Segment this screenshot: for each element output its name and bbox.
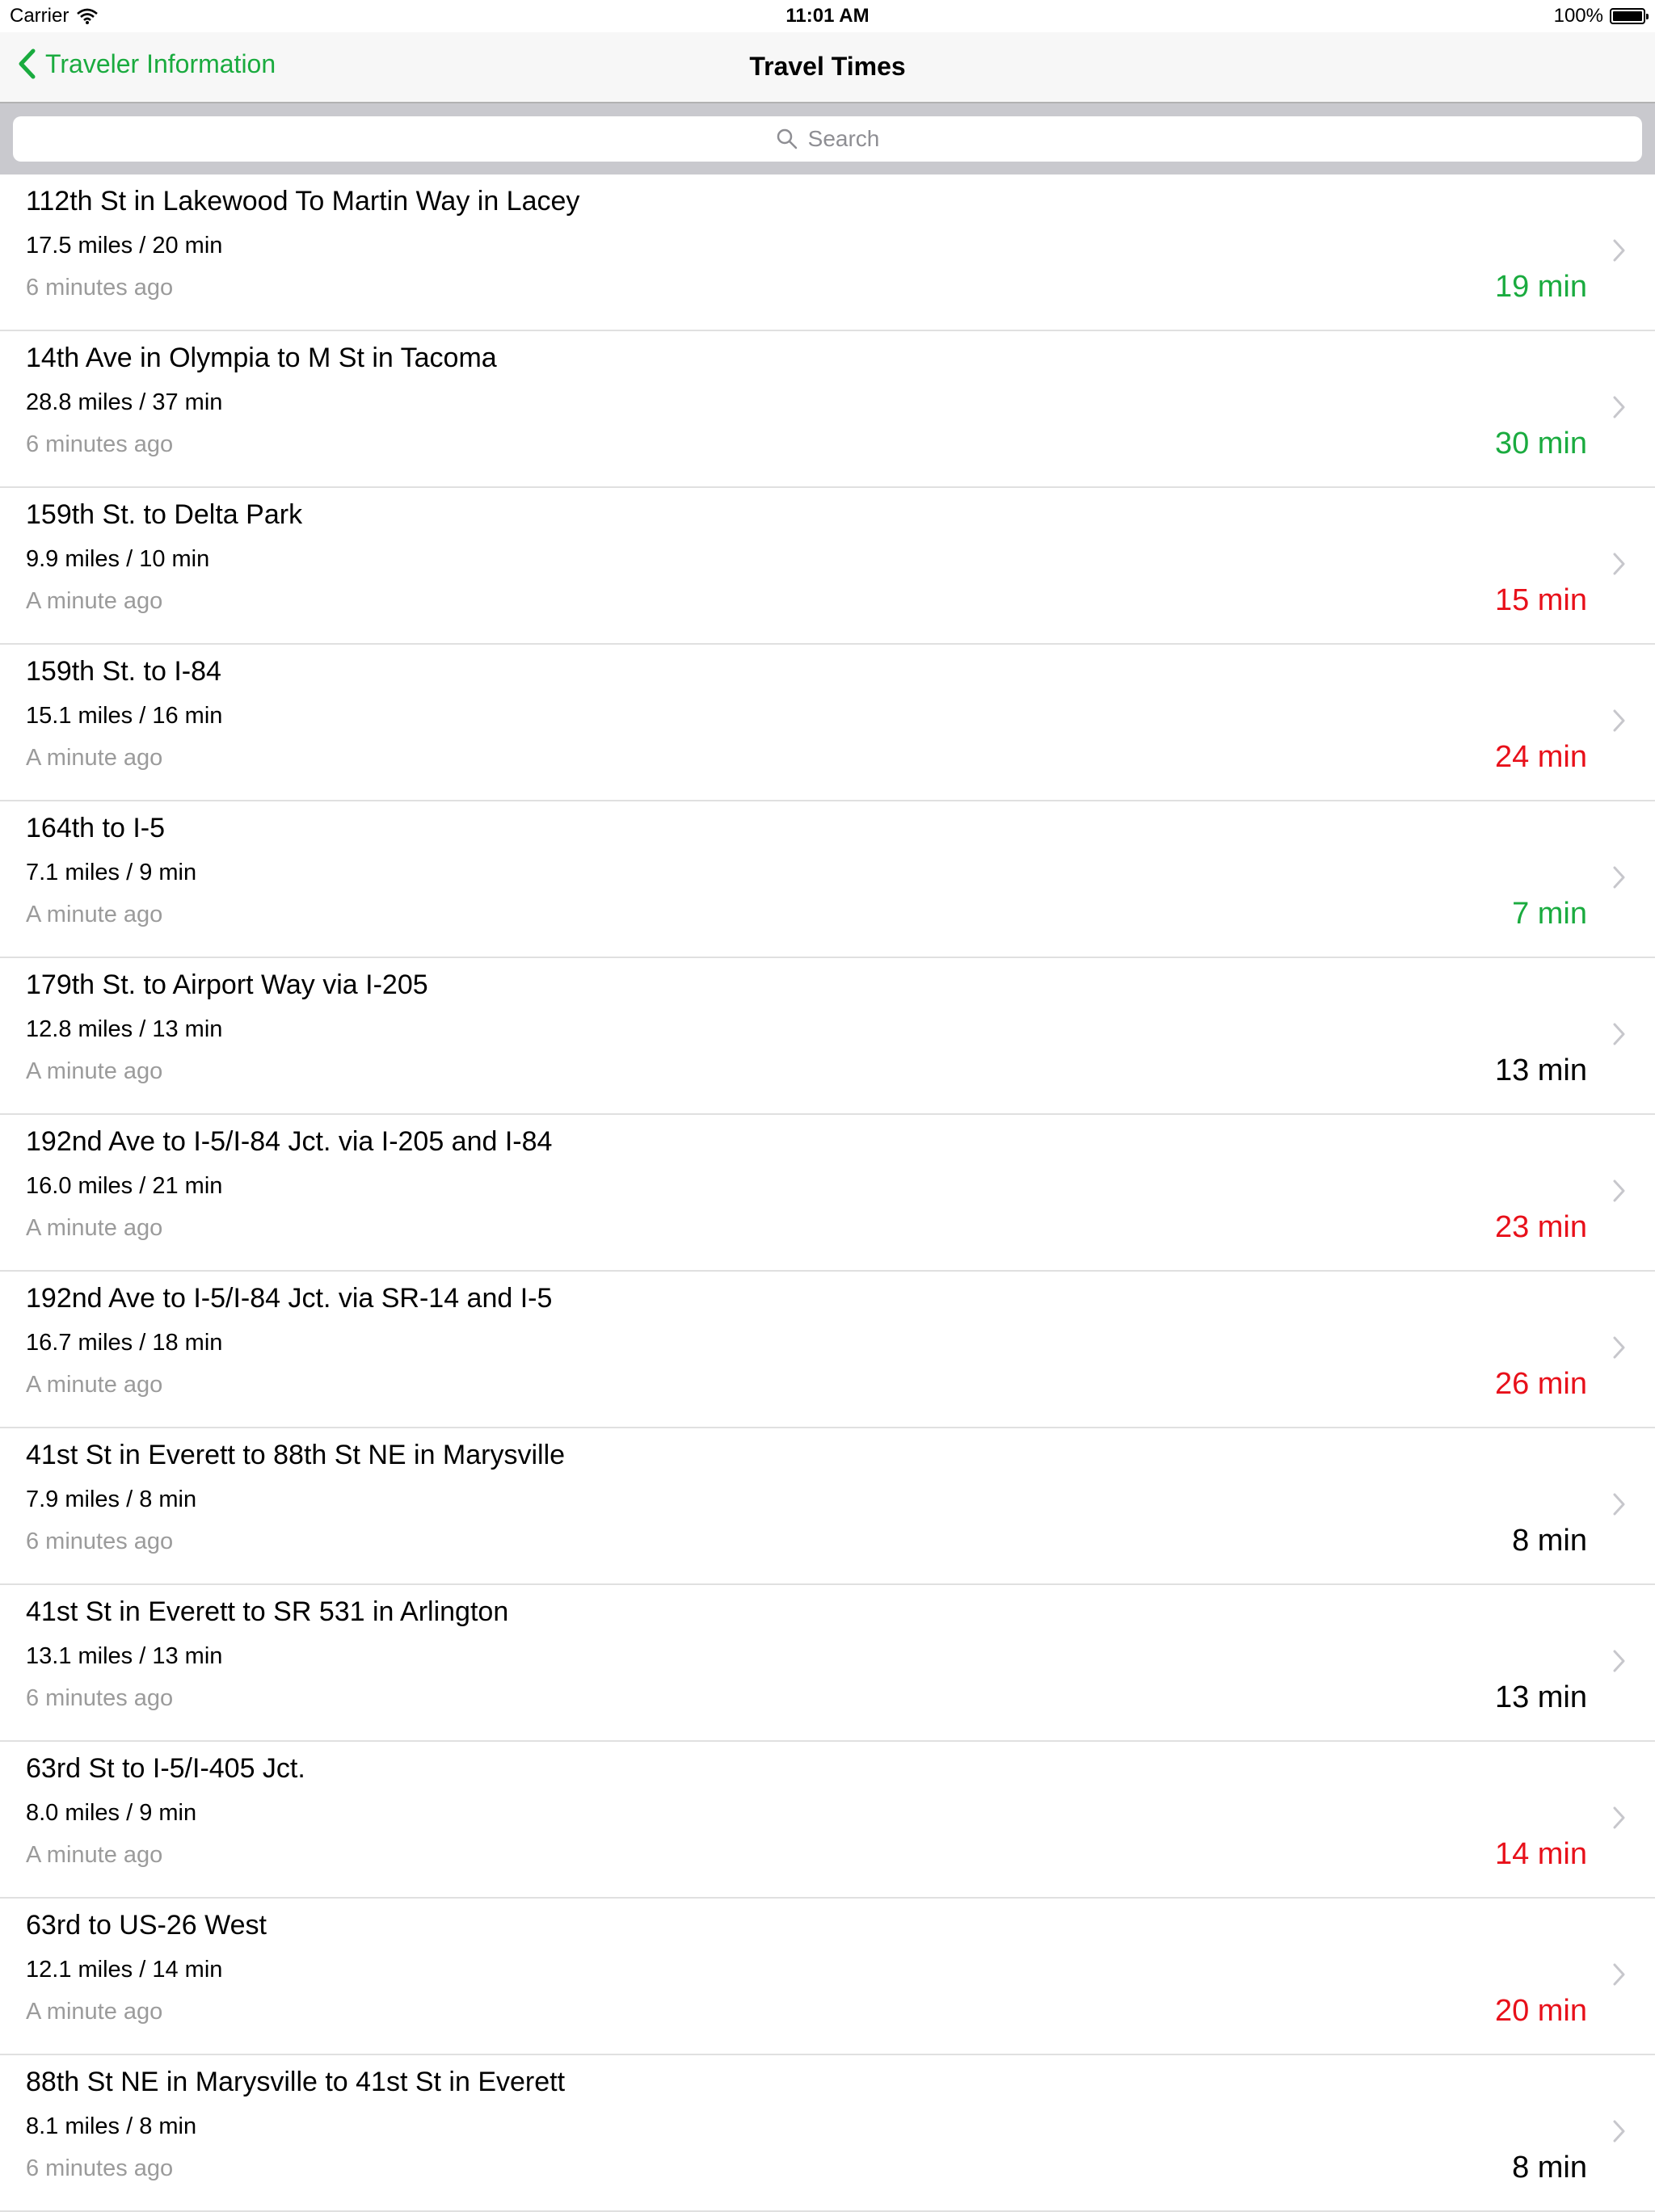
route-title: 112th St in Lakewood To Martin Way in La… bbox=[26, 186, 580, 217]
route-title: 192nd Ave to I-5/I-84 Jct. via I-205 and… bbox=[26, 1126, 553, 1157]
table-row[interactable]: 164th to I-5 7.1 miles / 9 min A minute ag… bbox=[0, 801, 1655, 958]
route-title: 164th to I-5 bbox=[26, 813, 166, 843]
table-row[interactable]: 41st St in Everett to 88th St NE in Mary… bbox=[0, 1428, 1655, 1585]
chevron-right-icon bbox=[1613, 1650, 1625, 1672]
route-distance: 7.1 miles / 9 min bbox=[26, 860, 197, 885]
table-row[interactable]: 14th Ave in Olympia to M St in Tacoma 28.… bbox=[0, 331, 1655, 488]
route-title: 63rd to US-26 West bbox=[26, 1910, 267, 1941]
chevron-right-icon bbox=[1613, 396, 1625, 418]
route-title: 41st St in Everett to SR 531 in Arlingto… bbox=[26, 1596, 509, 1627]
route-distance: 28.8 miles / 37 min bbox=[26, 389, 223, 415]
route-distance: 12.1 miles / 14 min bbox=[26, 1957, 223, 1983]
route-current-time: 13 min bbox=[1494, 1680, 1587, 1714]
route-distance: 12.8 miles / 13 min bbox=[26, 1016, 223, 1042]
search-bar: Search bbox=[0, 103, 1655, 175]
chevron-right-icon bbox=[1613, 1963, 1625, 1986]
route-distance: 13.1 miles / 13 min bbox=[26, 1643, 223, 1669]
route-current-time: 23 min bbox=[1494, 1210, 1587, 1244]
chevron-right-icon bbox=[1613, 553, 1625, 575]
table-row[interactable]: 192nd Ave to I-5/I-84 Jct. via I-205 and… bbox=[0, 1115, 1655, 1272]
chevron-right-icon bbox=[1613, 2120, 1625, 2143]
battery-indicator: 100% bbox=[1553, 5, 1649, 27]
route-title: 159th St. to I-84 bbox=[26, 656, 221, 687]
route-title: 192nd Ave to I-5/I-84 Jct. via SR-14 and… bbox=[26, 1283, 553, 1314]
route-updated: A minute ago bbox=[26, 1372, 163, 1398]
clock: 11:01 AM bbox=[785, 5, 870, 27]
table-row[interactable]: 63rd St to I-5/I-405 Jct. 8.0 miles / 9 m… bbox=[0, 1742, 1655, 1899]
chevron-right-icon bbox=[1613, 239, 1625, 262]
route-title: 179th St. to Airport Way via I-205 bbox=[26, 969, 428, 1000]
page-title: Travel Times bbox=[749, 52, 906, 81]
route-updated: A minute ago bbox=[26, 588, 163, 614]
chevron-right-icon bbox=[1613, 1336, 1625, 1359]
table-row[interactable]: 88th St NE in Marysville to 41st St in E… bbox=[0, 2055, 1655, 2212]
route-distance: 7.9 miles / 8 min bbox=[26, 1487, 197, 1512]
route-updated: 6 minutes ago bbox=[26, 431, 174, 457]
chevron-right-icon bbox=[1613, 1180, 1625, 1202]
route-updated: A minute ago bbox=[26, 745, 163, 771]
route-current-time: 30 min bbox=[1494, 427, 1587, 460]
route-current-time: 13 min bbox=[1494, 1053, 1587, 1087]
route-distance: 16.0 miles / 21 min bbox=[26, 1173, 223, 1199]
route-updated: 6 minutes ago bbox=[26, 1685, 174, 1711]
route-current-time: 19 min bbox=[1494, 270, 1587, 304]
chevron-right-icon bbox=[1613, 1023, 1625, 1045]
route-current-time: 14 min bbox=[1494, 1837, 1587, 1871]
route-updated: 6 minutes ago bbox=[26, 1529, 174, 1554]
route-current-time: 8 min bbox=[1512, 1524, 1587, 1558]
table-row[interactable]: 159th St. to I-84 15.1 miles / 16 min A mi… bbox=[0, 645, 1655, 801]
table-row[interactable]: 159th St. to Delta Park 9.9 miles / 10 mi… bbox=[0, 488, 1655, 645]
route-title: 41st St in Everett to 88th St NE in Mary… bbox=[26, 1440, 566, 1470]
chevron-right-icon bbox=[1613, 1806, 1625, 1829]
table-row[interactable]: 179th St. to Airport Way via I-205 12.8 m… bbox=[0, 958, 1655, 1115]
battery-percent: 100% bbox=[1553, 5, 1603, 27]
route-distance: 16.7 miles / 18 min bbox=[26, 1330, 223, 1356]
route-updated: A minute ago bbox=[26, 1842, 163, 1868]
status-bar: Carrier 11:01 AM 100% bbox=[0, 0, 1655, 32]
route-title: 14th Ave in Olympia to M St in Tacoma bbox=[26, 343, 497, 373]
route-updated: A minute ago bbox=[26, 1999, 163, 2025]
search-input[interactable]: Search bbox=[13, 116, 1642, 162]
route-title: 159th St. to Delta Park bbox=[26, 499, 303, 530]
route-title: 88th St NE in Marysville to 41st St in E… bbox=[26, 2067, 566, 2097]
battery-icon bbox=[1610, 8, 1649, 24]
route-distance: 9.9 miles / 10 min bbox=[26, 546, 210, 572]
route-current-time: 7 min bbox=[1512, 897, 1587, 931]
route-updated: 6 minutes ago bbox=[26, 2155, 174, 2181]
search-icon bbox=[777, 128, 797, 149]
route-updated: A minute ago bbox=[26, 1215, 163, 1241]
route-current-time: 24 min bbox=[1494, 740, 1587, 774]
route-current-time: 8 min bbox=[1512, 2151, 1587, 2185]
route-updated: 6 minutes ago bbox=[26, 275, 174, 301]
route-distance: 8.1 miles / 8 min bbox=[26, 2113, 197, 2139]
navigation-bar: Traveler Information Travel Times bbox=[0, 32, 1655, 103]
route-current-time: 26 min bbox=[1494, 1367, 1587, 1401]
route-distance: 8.0 miles / 9 min bbox=[26, 1800, 197, 1826]
route-updated: A minute ago bbox=[26, 902, 163, 927]
route-current-time: 20 min bbox=[1494, 1994, 1587, 2028]
route-distance: 15.1 miles / 16 min bbox=[26, 703, 223, 729]
chevron-right-icon bbox=[1613, 709, 1625, 732]
search-placeholder: Search bbox=[807, 126, 880, 151]
table-row[interactable]: 112th St in Lakewood To Martin Way in La… bbox=[0, 175, 1655, 331]
chevron-right-icon bbox=[1613, 866, 1625, 889]
travel-times-list: 112th St in Lakewood To Martin Way in La… bbox=[0, 175, 1655, 2212]
table-row[interactable]: 63rd to US-26 West 12.1 miles / 14 min A m… bbox=[0, 1899, 1655, 2055]
route-current-time: 15 min bbox=[1494, 583, 1587, 617]
chevron-right-icon bbox=[1613, 1493, 1625, 1516]
route-distance: 17.5 miles / 20 min bbox=[26, 233, 223, 259]
table-row[interactable]: 192nd Ave to I-5/I-84 Jct. via SR-14 and… bbox=[0, 1272, 1655, 1428]
table-row[interactable]: 41st St in Everett to SR 531 in Arlingto… bbox=[0, 1585, 1655, 1742]
route-updated: A minute ago bbox=[26, 1058, 163, 1084]
route-title: 63rd St to I-5/I-405 Jct. bbox=[26, 1753, 305, 1784]
